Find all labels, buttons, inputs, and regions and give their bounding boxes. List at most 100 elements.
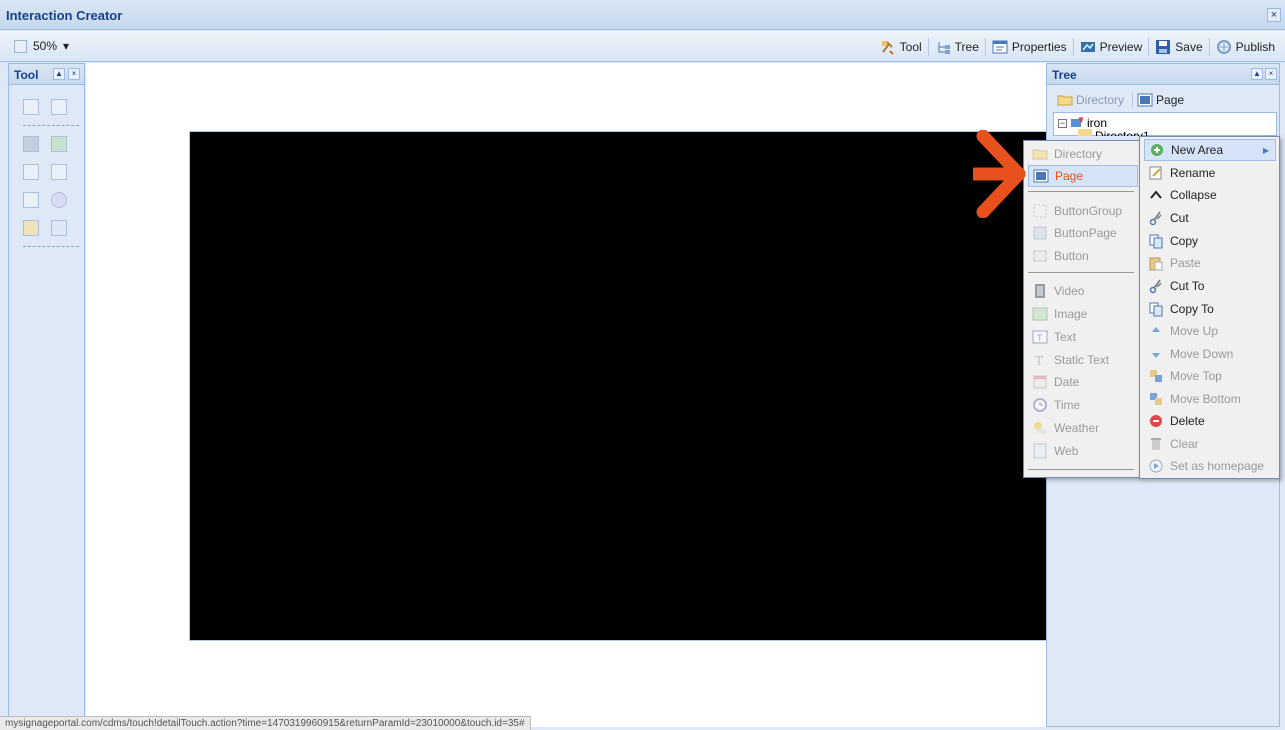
move-top-icon (1148, 368, 1164, 384)
submenu-item-buttonpage[interactable]: ButtonPage (1028, 222, 1136, 244)
svg-text:T: T (1036, 334, 1043, 344)
video-tool-icon[interactable] (23, 136, 39, 152)
context-item-clear[interactable]: Clear (1144, 433, 1276, 455)
tool-label: Tool (899, 40, 922, 54)
title-bar: Interaction Creator × (0, 0, 1285, 30)
new-area-submenu: Directory Page ButtonGroup ButtonPage Bu… (1023, 140, 1140, 478)
publish-button[interactable]: Publish (1210, 38, 1281, 56)
button-icon (1032, 248, 1048, 264)
web-tool-icon[interactable] (51, 220, 67, 236)
time-tool-icon[interactable] (51, 192, 67, 208)
context-item-move-bottom[interactable]: Move Bottom (1144, 388, 1276, 410)
context-item-paste[interactable]: Paste (1144, 252, 1276, 274)
submenu-item-static-text[interactable]: T Static Text (1028, 349, 1136, 371)
clock-icon (1032, 397, 1048, 413)
scissors-icon (1148, 278, 1164, 294)
submenu-item-page[interactable]: Page (1028, 165, 1138, 187)
home-icon (1148, 458, 1164, 474)
tool-separator (23, 246, 79, 247)
image-icon (1032, 306, 1048, 322)
paste-icon (1148, 255, 1164, 271)
tool-icon (880, 39, 896, 55)
tool-panel-title: Tool (14, 68, 39, 82)
submenu-item-weather[interactable]: Weather (1028, 417, 1136, 439)
static-text-tool-icon[interactable] (51, 164, 67, 180)
context-item-cut[interactable]: Cut (1144, 207, 1276, 229)
context-item-move-up[interactable]: Move Up (1144, 320, 1276, 342)
text-tool-icon[interactable] (23, 164, 39, 180)
context-item-delete[interactable]: Delete (1144, 410, 1276, 432)
publish-label: Publish (1235, 40, 1275, 54)
main-toolbar: 50% ▾ Tool Tree Properties Preview Save … (0, 31, 1285, 62)
submenu-item-directory[interactable]: Directory (1028, 143, 1136, 165)
tree-page-label: Page (1156, 93, 1185, 107)
minus-icon[interactable]: − (1058, 118, 1067, 128)
context-item-new-area[interactable]: New Area ▸ (1144, 139, 1276, 161)
submenu-item-web[interactable]: Web (1028, 440, 1136, 462)
submenu-separator (1028, 469, 1134, 470)
arrow-down-icon (1148, 346, 1164, 362)
zoom-select[interactable]: 50% ▾ (14, 39, 69, 53)
tool-panel-close-button[interactable]: × (68, 68, 80, 80)
submenu-item-text[interactable]: T Text (1028, 326, 1136, 348)
weather-tool-icon[interactable] (23, 220, 39, 236)
submenu-item-buttongroup[interactable]: ButtonGroup (1028, 200, 1136, 222)
zoom-level: 50% (33, 39, 58, 53)
status-url: mysignageportal.com/cdms/touch!detailTou… (0, 716, 531, 730)
submenu-item-date[interactable]: Date (1028, 371, 1136, 393)
context-item-rename[interactable]: Rename (1144, 162, 1276, 184)
folder-icon (1057, 92, 1073, 108)
tree-child-label: Directory1 (1095, 129, 1150, 136)
submenu-item-button[interactable]: Button (1028, 245, 1136, 267)
properties-button[interactable]: Properties (986, 38, 1074, 56)
button-group-icon (1032, 203, 1048, 219)
save-button[interactable]: Save (1149, 38, 1210, 56)
tree-panel-header: Tree ▲ × (1047, 64, 1279, 85)
page-stage[interactable] (189, 131, 1049, 641)
context-item-copy-to[interactable]: Copy To (1144, 298, 1276, 320)
preview-button[interactable]: Preview (1074, 38, 1150, 56)
window-close-button[interactable]: × (1267, 8, 1281, 22)
tool-panel-header: Tool ▲ × (9, 64, 84, 85)
window-title: Interaction Creator (6, 8, 123, 23)
context-item-set-as-homepage[interactable]: Set as homepage (1144, 455, 1276, 477)
preview-icon (1080, 39, 1096, 55)
tree-view: − iron Directory1 (1053, 112, 1277, 136)
add-circle-icon (1149, 142, 1165, 158)
date-tool-icon[interactable] (23, 192, 39, 208)
tree-root-label: iron (1087, 116, 1108, 130)
folder-icon (1078, 129, 1092, 136)
chevron-right-icon: ▸ (1262, 143, 1269, 157)
calendar-icon (1032, 374, 1048, 390)
copy-icon (1148, 301, 1164, 317)
caret-up-icon (1148, 187, 1164, 203)
context-item-copy[interactable]: Copy (1144, 230, 1276, 252)
image-tool-icon[interactable] (51, 136, 67, 152)
tree-directory-button[interactable]: Directory (1053, 92, 1128, 108)
web-page-icon (1032, 443, 1048, 459)
tree-icon (935, 39, 951, 55)
tool-button[interactable]: Tool (874, 38, 929, 56)
button-group-tool-icon[interactable] (23, 99, 39, 115)
submenu-item-video[interactable]: Video (1028, 280, 1136, 302)
video-icon (1032, 283, 1048, 299)
tool-panel-collapse-button[interactable]: ▲ (53, 68, 65, 80)
design-canvas[interactable] (86, 63, 1049, 727)
context-item-move-down[interactable]: Move Down (1144, 343, 1276, 365)
tree-node-directory[interactable]: Directory1 (1078, 129, 1150, 136)
scissors-icon (1148, 210, 1164, 226)
submenu-item-time[interactable]: Time (1028, 394, 1136, 416)
button-page-icon (1032, 225, 1048, 241)
trash-icon (1148, 436, 1164, 452)
context-item-cut-to[interactable]: Cut To (1144, 275, 1276, 297)
tree-page-button[interactable]: Page (1132, 92, 1188, 108)
page-icon (1137, 92, 1153, 108)
submenu-item-image[interactable]: Image (1028, 303, 1136, 325)
button-tool-icon[interactable] (51, 99, 67, 115)
tree-panel-close-button[interactable]: × (1265, 68, 1277, 80)
page-icon (1033, 168, 1049, 184)
context-item-move-top[interactable]: Move Top (1144, 365, 1276, 387)
context-item-collapse[interactable]: Collapse (1144, 184, 1276, 206)
tree-panel-collapse-button[interactable]: ▲ (1251, 68, 1263, 80)
tree-button[interactable]: Tree (929, 38, 986, 56)
